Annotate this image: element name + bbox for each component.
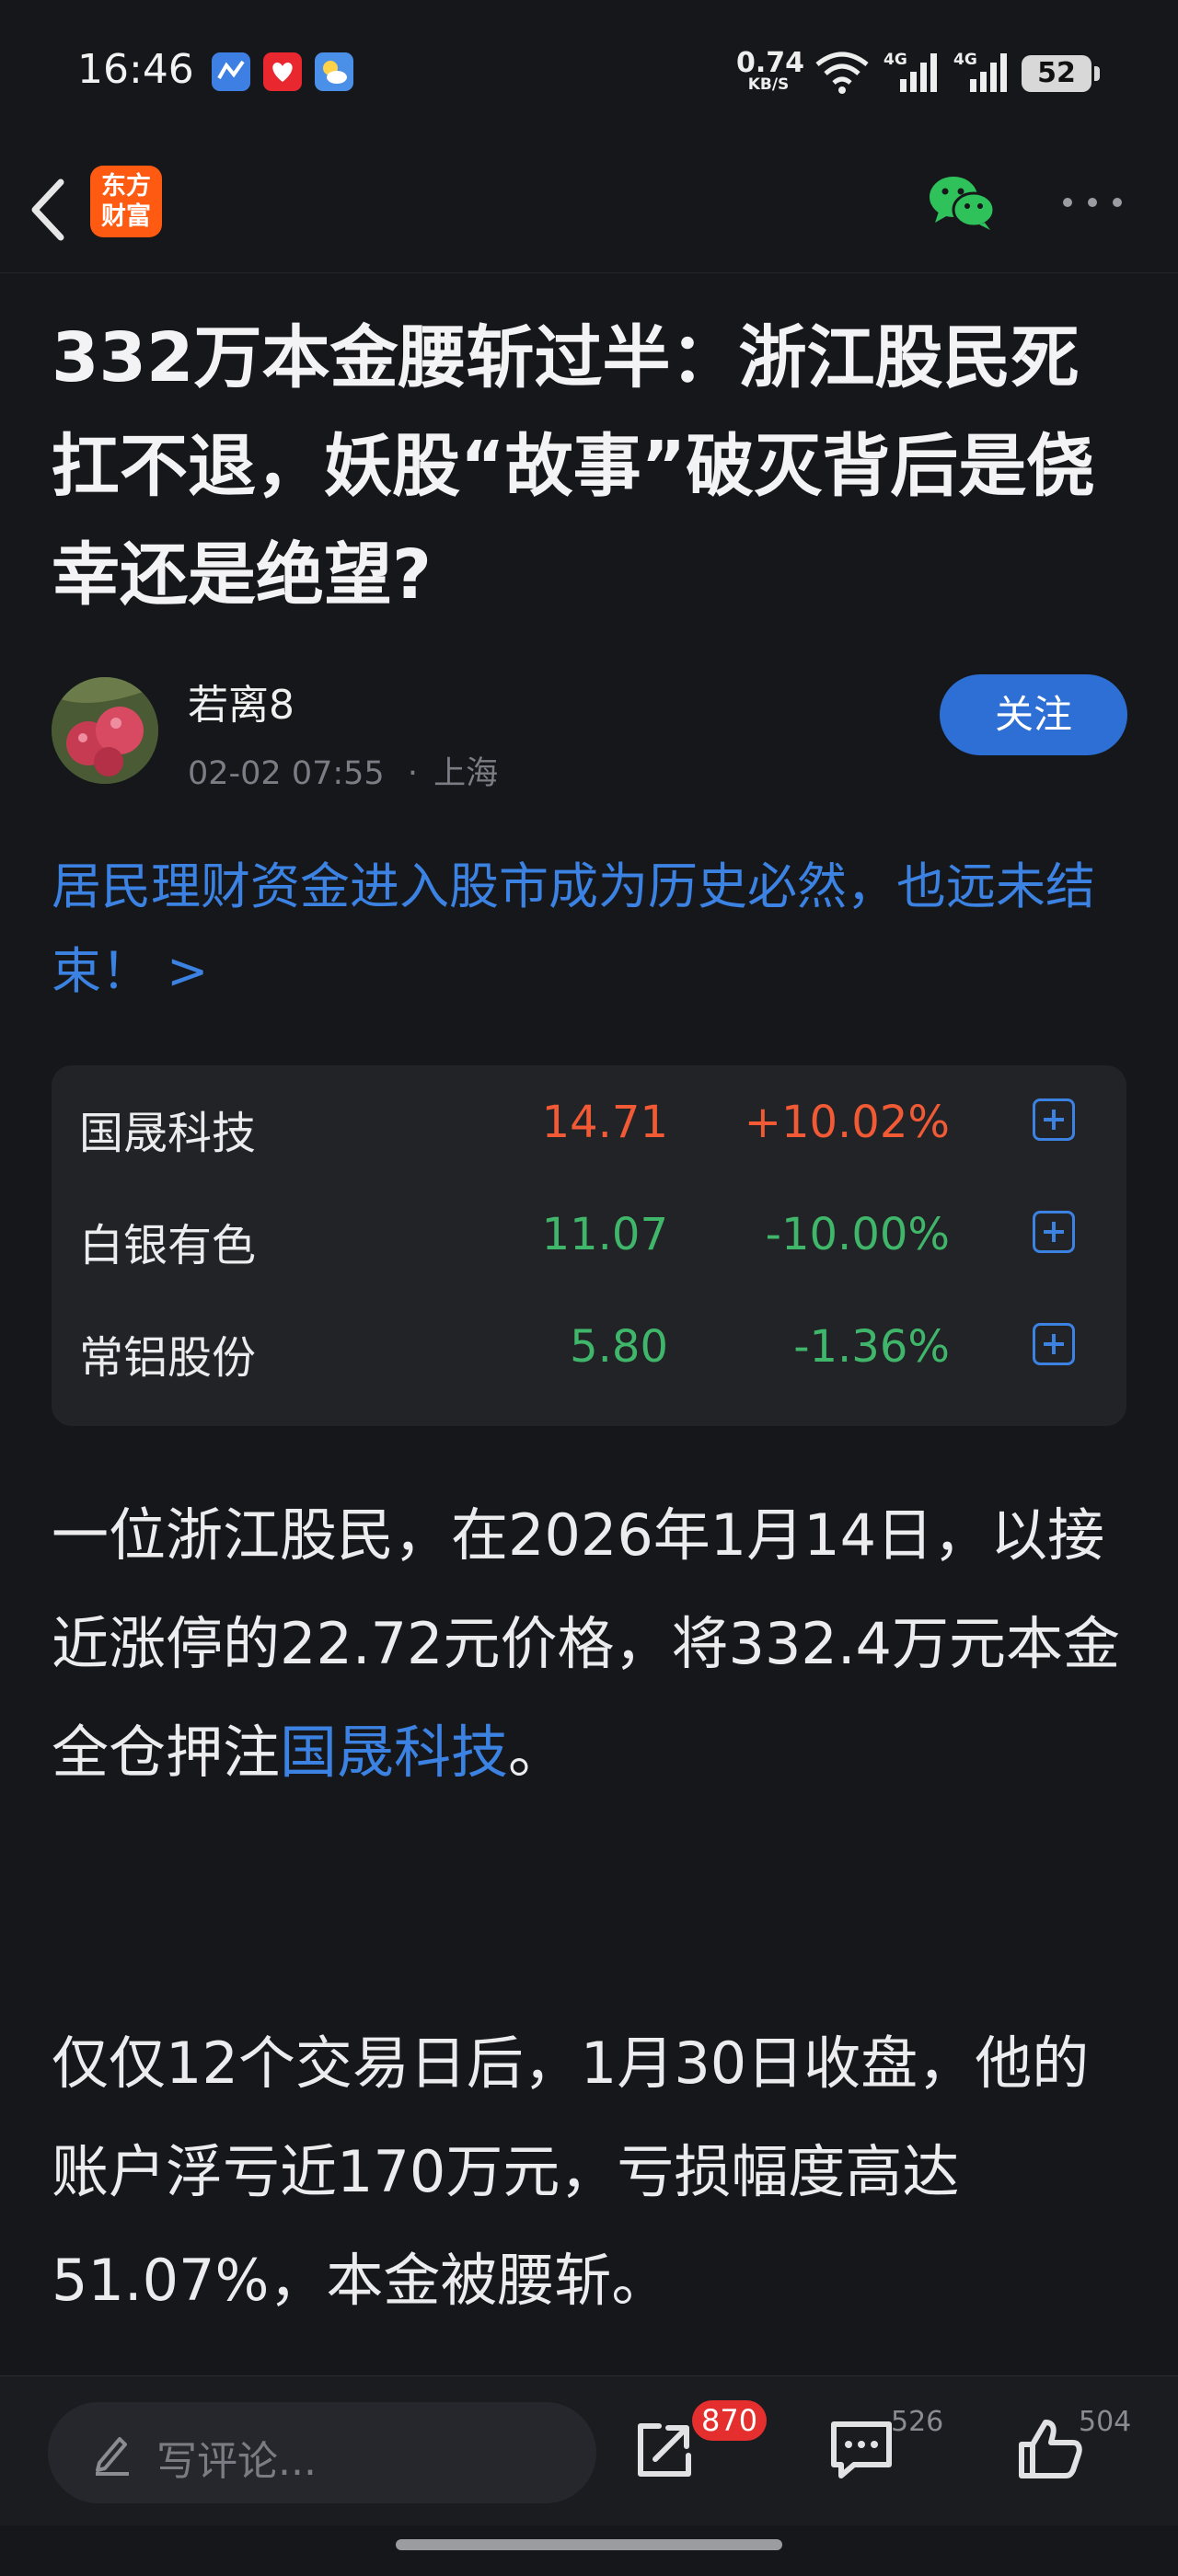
comment-input[interactable]: 写评论... bbox=[48, 2402, 596, 2503]
add-watchlist-icon[interactable] bbox=[1033, 1098, 1075, 1141]
article-meta: 02-02 07:55 · 上海 bbox=[188, 747, 498, 794]
like-button[interactable] bbox=[1016, 2417, 1084, 2487]
top-nav-bar: 东方 财富 bbox=[0, 147, 1178, 273]
article-paragraph: 仅仅12个交易日后，1月30日收盘，他的账户浮亏近170万元，亏损幅度高达51.… bbox=[52, 2030, 1090, 2314]
wechat-share-button[interactable] bbox=[928, 173, 998, 236]
article-title: 332万本金腰斩过半：浙江股民死扛不退，妖股“故事”破灭背后是侥幸还是绝望? bbox=[52, 318, 1095, 615]
eastmoney-logo: 东方 财富 bbox=[90, 166, 162, 237]
back-button[interactable] bbox=[26, 173, 74, 250]
thumbs-up-icon bbox=[1019, 2420, 1082, 2478]
stock-row[interactable]: 常铝股份 5.80 -1.36% bbox=[52, 1290, 1126, 1402]
network-speed: 0.74 KB/S bbox=[736, 47, 805, 94]
more-options-button[interactable] bbox=[1060, 191, 1125, 217]
back-chevron-icon bbox=[31, 178, 64, 241]
comment-bubble-icon bbox=[831, 2421, 892, 2478]
stock-change: -10.00% bbox=[765, 1209, 950, 1260]
svg-text:4G: 4G bbox=[953, 51, 977, 69]
like-count: 504 bbox=[1079, 2406, 1132, 2438]
home-indicator[interactable] bbox=[396, 2539, 782, 2550]
logo-text-line1: 东方 bbox=[101, 172, 151, 201]
stock-quote-card: 国晟科技 14.71 +10.02% 白银有色 11.07 -10.00% 常铝… bbox=[52, 1065, 1126, 1426]
wechat-share-icon bbox=[930, 177, 996, 230]
comment-placeholder: 写评论... bbox=[156, 2438, 317, 2485]
more-dots-icon bbox=[1063, 198, 1122, 207]
article-paragraph: 一位浙江股民，在2026年1月14日，以接近涨停的22.72元价格，将332.4… bbox=[52, 1481, 1136, 1807]
comment-count: 526 bbox=[891, 2406, 944, 2438]
share-count-badge: 870 bbox=[692, 2400, 768, 2441]
health-app-icon bbox=[263, 52, 302, 91]
author-name[interactable]: 若离8 bbox=[188, 672, 294, 730]
share-icon bbox=[638, 2423, 691, 2477]
author-avatar[interactable] bbox=[52, 677, 158, 784]
battery-indicator: 52 bbox=[1022, 55, 1100, 92]
add-watchlist-icon[interactable] bbox=[1033, 1211, 1075, 1253]
stock-price: 5.80 bbox=[570, 1321, 668, 1373]
pen-icon bbox=[96, 2437, 129, 2476]
meta-separator: · bbox=[407, 755, 418, 792]
cellular-signal-2-icon: 4G bbox=[952, 48, 1009, 99]
status-time: 16:46 bbox=[77, 46, 194, 93]
publish-location: 上海 bbox=[433, 755, 499, 792]
topic-link[interactable]: 居民理财资金进入股市成为历史必然，也远未结束！ > bbox=[52, 845, 1138, 1014]
stock-name: 白银有色 bbox=[79, 1220, 257, 1271]
svg-text:4G: 4G bbox=[884, 51, 907, 69]
lychee-avatar-image bbox=[52, 677, 158, 784]
stock-name: 国晟科技 bbox=[79, 1108, 257, 1159]
publish-date: 02-02 07:55 bbox=[188, 755, 385, 792]
follow-button[interactable]: 关注 bbox=[940, 674, 1127, 755]
cellular-signal-1-icon: 4G bbox=[882, 48, 939, 99]
stock-row[interactable]: 白银有色 11.07 -10.00% bbox=[52, 1178, 1126, 1290]
paragraph-text: 一位浙江股民，在2026年1月14日，以接近涨停的22.72元价格，将332.4… bbox=[52, 1501, 1120, 1786]
stock-row[interactable]: 国晟科技 14.71 +10.02% bbox=[52, 1065, 1126, 1178]
weather-app-icon bbox=[315, 52, 353, 91]
stock-price: 11.07 bbox=[541, 1209, 668, 1260]
stock-name: 常铝股份 bbox=[79, 1332, 257, 1384]
add-watchlist-icon[interactable] bbox=[1033, 1323, 1075, 1365]
paragraph-text: 。 bbox=[508, 1719, 566, 1786]
stock-change: +10.02% bbox=[744, 1097, 950, 1148]
share-button[interactable] bbox=[631, 2417, 698, 2487]
stock-price: 14.71 bbox=[541, 1097, 668, 1148]
wifi-icon bbox=[815, 52, 869, 94]
maps-app-icon bbox=[212, 52, 250, 91]
status-bar: 16:46 0.74 KB/S 4G 4G 52 bbox=[0, 0, 1178, 147]
stock-change: -1.36% bbox=[793, 1321, 950, 1373]
bottom-action-bar: 写评论... 870 526 504 bbox=[0, 2375, 1178, 2525]
stock-link[interactable]: 国晟科技 bbox=[280, 1719, 508, 1786]
logo-text-line2: 财富 bbox=[101, 202, 151, 231]
comments-button[interactable] bbox=[826, 2417, 896, 2487]
